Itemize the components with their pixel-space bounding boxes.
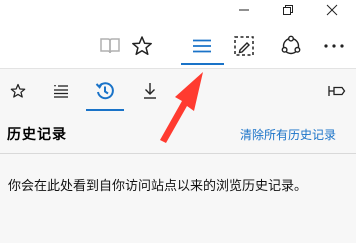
annotation-arrow [160, 72, 203, 143]
